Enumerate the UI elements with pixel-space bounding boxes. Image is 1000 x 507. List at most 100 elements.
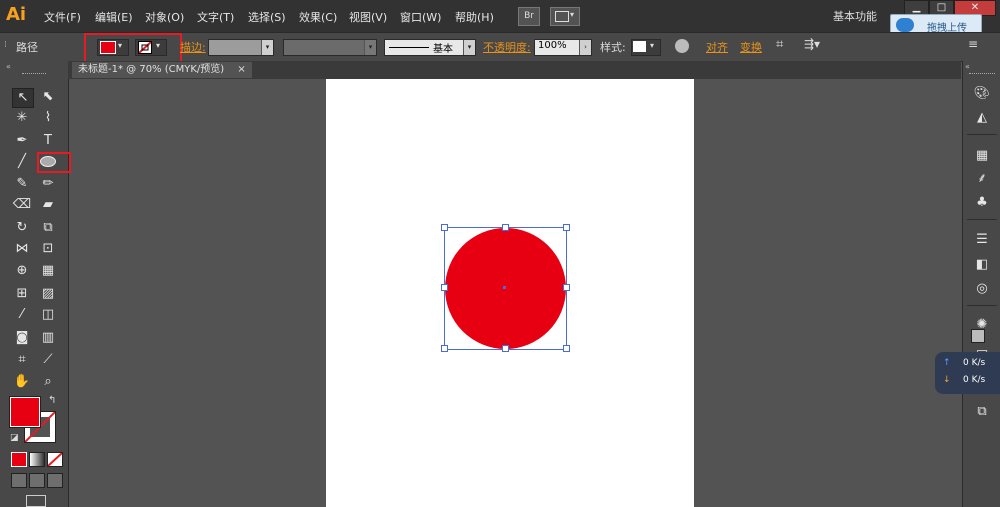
download-arrow-icon: ↓ — [943, 375, 951, 385]
line-tool-icon[interactable]: ╱ — [12, 153, 32, 171]
swatches-panel-icon[interactable]: ▦ — [971, 147, 993, 165]
paintbrush-tool-icon[interactable]: ✎ — [12, 175, 32, 193]
type-tool-icon[interactable]: T — [38, 132, 58, 150]
graphic-style-dropdown[interactable]: ▾ — [631, 39, 661, 56]
gradient-tool-icon[interactable]: ▨ — [38, 285, 58, 303]
handle-bottom-left[interactable] — [441, 345, 448, 352]
handle-top-left[interactable] — [441, 224, 448, 231]
brushes-panel-icon[interactable]: ⸙ — [971, 170, 993, 188]
perspective-grid-tool-icon[interactable]: ▦ — [38, 262, 58, 280]
expand-panels-icon[interactable]: « — [965, 62, 970, 71]
draw-normal-icon[interactable] — [11, 473, 27, 488]
document-tab[interactable]: 未标题-1* @ 70% (CMYK/预览) × — [72, 62, 252, 78]
menu-object[interactable]: 对象(O) — [145, 9, 184, 25]
workspace-switcher[interactable]: 基本功能 — [833, 8, 877, 24]
cloud-icon — [896, 18, 914, 32]
opacity-value: 100% — [538, 40, 567, 51]
opacity-label[interactable]: 不透明度: — [483, 39, 531, 55]
blend-tool-icon[interactable]: ◫ — [38, 306, 58, 324]
handle-middle-right[interactable] — [563, 284, 570, 291]
color-panel-icon[interactable]: 🎨︎ — [971, 85, 993, 103]
fill-swatch-large[interactable] — [9, 396, 41, 428]
panel-scroll-thumb[interactable] — [971, 329, 985, 343]
arrange-icon — [555, 11, 569, 22]
transform-link[interactable]: 变换 — [740, 39, 762, 55]
options-icon[interactable]: ⇶▾ — [804, 37, 820, 51]
panel-separator — [967, 219, 997, 220]
menu-select[interactable]: 选择(S) — [248, 9, 286, 25]
symbol-sprayer-tool-icon[interactable]: ◙ — [12, 329, 32, 347]
recolor-artwork-icon[interactable] — [675, 39, 689, 53]
menu-help[interactable]: 帮助(H) — [455, 9, 494, 25]
none-mode-icon[interactable] — [47, 452, 63, 467]
eyedropper-tool-icon[interactable]: ⁄ — [12, 306, 32, 324]
tools-panel: « ↖ ⬉ ✳ ⌇ ✒ T ╱ ✎ ✏ ⌫ ▰ ↻ ⧉ ⋈ ⊡ ⊕ ▦ ⊞ ▨ … — [0, 61, 71, 507]
scale-tool-icon[interactable]: ⧉ — [38, 219, 58, 237]
lasso-tool-icon[interactable]: ⌇ — [38, 109, 58, 127]
color-guide-icon[interactable]: ◭ — [971, 109, 993, 127]
draw-behind-icon[interactable] — [29, 473, 45, 488]
handle-top-right[interactable] — [563, 224, 570, 231]
magic-wand-tool-icon[interactable]: ✳ — [12, 109, 32, 127]
slice-tool-icon[interactable]: ⟋ — [38, 351, 58, 369]
gradient-mode-icon[interactable] — [29, 452, 45, 467]
menu-file[interactable]: 文件(F) — [44, 9, 81, 25]
hand-tool-icon[interactable]: ✋ — [12, 373, 32, 391]
blob-brush-tool-icon[interactable]: ⌫ — [12, 196, 32, 214]
mesh-tool-icon[interactable]: ⊞ — [12, 285, 32, 303]
menu-view[interactable]: 视图(V) — [349, 9, 387, 25]
stroke-style-label: 基本 — [433, 44, 453, 55]
column-graph-tool-icon[interactable]: ▥ — [38, 329, 58, 347]
stroke-weight-input[interactable]: ▾ — [208, 39, 274, 56]
align-link[interactable]: 对齐 — [706, 39, 728, 55]
default-fill-stroke-icon[interactable]: ◪ — [10, 433, 19, 443]
close-tab-icon[interactable]: × — [237, 64, 245, 75]
handle-bottom-right[interactable] — [563, 345, 570, 352]
shape-builder-tool-icon[interactable]: ⊕ — [12, 262, 32, 280]
document-tab-title: 未标题-1* @ 70% (CMYK/预览) — [78, 64, 225, 75]
variable-width-dropdown[interactable]: ▾ — [283, 39, 377, 56]
pen-tool-icon[interactable]: ✒ — [12, 132, 32, 150]
isolate-icon[interactable]: ⌗ — [776, 37, 783, 52]
network-speed-widget: ↑ 0 K/s ↓ 0 K/s — [935, 352, 1000, 394]
chevron-down-icon: ▾ — [463, 40, 475, 55]
handle-top-center[interactable] — [502, 224, 509, 231]
style-swatch — [633, 41, 646, 52]
direct-selection-tool-icon[interactable]: ⬉ — [38, 88, 58, 106]
bridge-button[interactable]: Br — [518, 7, 540, 26]
artboards-panel-icon[interactable]: ⧉ — [971, 403, 993, 421]
free-transform-tool-icon[interactable]: ⊡ — [38, 240, 58, 258]
upload-speed: 0 K/s — [963, 358, 986, 368]
artboard-tool-icon[interactable]: ⌗ — [12, 351, 32, 369]
color-mode-icon[interactable] — [11, 452, 27, 467]
handle-middle-left[interactable] — [441, 284, 448, 291]
panel-menu-icon[interactable]: ≡ — [968, 37, 978, 51]
ellipse-tool-highlight — [37, 152, 71, 173]
stroke-panel-icon[interactable]: ☰ — [971, 231, 993, 249]
gradient-panel-icon[interactable]: ◧ — [971, 256, 993, 274]
menu-type[interactable]: 文字(T) — [197, 9, 234, 25]
selection-tool-icon[interactable]: ↖ — [12, 88, 34, 108]
brush-definition-dropdown[interactable]: 基本 ▾ — [384, 39, 476, 56]
width-tool-icon[interactable]: ⋈ — [12, 240, 32, 258]
symbols-panel-icon[interactable]: ♣ — [971, 194, 993, 212]
screen-mode-icon[interactable] — [26, 495, 46, 507]
handle-bottom-center[interactable] — [502, 345, 509, 352]
rotate-tool-icon[interactable]: ↻ — [12, 219, 32, 237]
app-logo: Ai — [6, 4, 27, 25]
eraser-tool-icon[interactable]: ▰ — [38, 196, 58, 214]
panel-separator — [967, 305, 997, 306]
opacity-input[interactable]: 100% › — [534, 39, 592, 56]
stroke-weight-label[interactable]: 描边: — [180, 39, 206, 55]
collapse-panel-icon[interactable]: « — [6, 62, 11, 71]
menu-effect[interactable]: 效果(C) — [299, 9, 337, 25]
draw-inside-icon[interactable] — [47, 473, 63, 488]
pencil-tool-icon[interactable]: ✏ — [38, 175, 58, 193]
arrange-documents-button[interactable]: ▾ — [550, 7, 580, 26]
swap-fill-stroke-icon[interactable]: ↰ — [48, 395, 56, 406]
menu-edit[interactable]: 编辑(E) — [95, 9, 133, 25]
menu-window[interactable]: 窗口(W) — [400, 9, 441, 25]
zoom-tool-icon[interactable]: ⌕ — [38, 373, 58, 391]
menu-bar: Ai 文件(F) 编辑(E) 对象(O) 文字(T) 选择(S) 效果(C) 视… — [0, 0, 1000, 32]
transparency-panel-icon[interactable]: ◎ — [971, 280, 993, 298]
